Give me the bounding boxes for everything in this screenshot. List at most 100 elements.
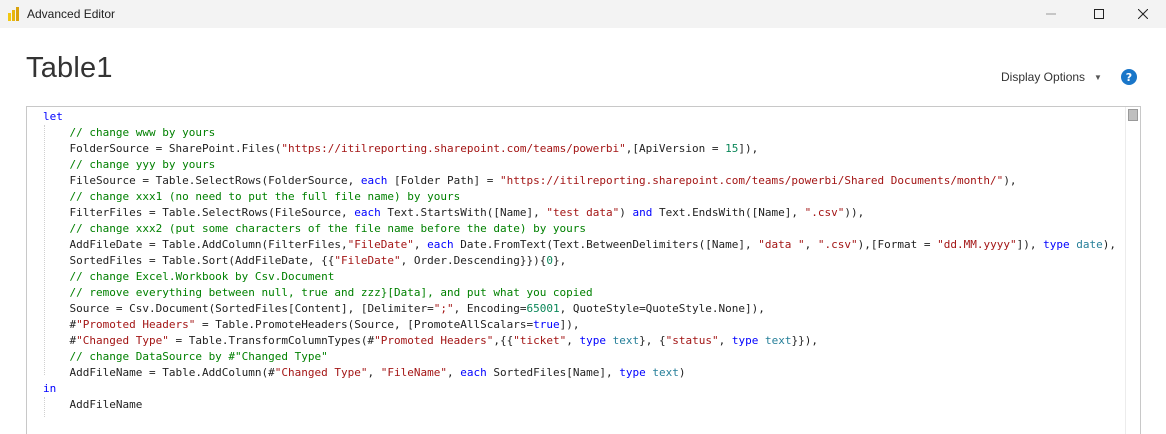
- code-token: ),: [1102, 238, 1116, 251]
- display-options-dropdown[interactable]: Display Options ▼: [1001, 70, 1102, 84]
- code-token: [Folder Path] =: [387, 174, 500, 187]
- code-token: , QuoteStyle=QuoteStyle.None]),: [559, 302, 765, 315]
- code-token: each: [360, 174, 388, 187]
- code-line: Source = Csv.Document(SortedFiles[Conten…: [43, 301, 1116, 317]
- code-line: #"Promoted Headers" = Table.PromoteHeade…: [43, 317, 1116, 333]
- code-token: ]),: [1016, 238, 1044, 251]
- code-token: in: [43, 382, 57, 395]
- window-title: Advanced Editor: [27, 7, 116, 21]
- code-token: FolderSource = SharePoint.Files(: [43, 142, 282, 155]
- code-token: = Table.TransformColumnTypes(#: [168, 334, 375, 347]
- close-button[interactable]: [1120, 0, 1166, 28]
- code-token: ,: [447, 366, 461, 379]
- code-token: and: [632, 206, 653, 219]
- code-token: , Order.Descending}}){: [400, 254, 547, 267]
- code-line: AddFileName: [43, 397, 1116, 413]
- code-token: AddFileName: [43, 398, 143, 411]
- code-token: ),: [1003, 174, 1017, 187]
- code-token: "FileDate": [334, 254, 401, 267]
- code-token: ".csv": [817, 238, 858, 251]
- code-token: 15: [725, 142, 739, 155]
- code-token: text: [612, 334, 640, 347]
- power-bi-app-icon: [8, 7, 19, 21]
- code-line: // change yyy by yours: [43, 157, 1116, 173]
- close-icon: [1138, 9, 1148, 19]
- code-token: "data ": [758, 238, 805, 251]
- window-titlebar: Advanced Editor: [0, 0, 1166, 28]
- code-token: // change xxx2 (put some characters of t…: [43, 222, 587, 235]
- code-token: "https://itilreporting.sharepoint.com/te…: [281, 142, 626, 155]
- code-text[interactable]: let // change www by yours FolderSource …: [43, 109, 1116, 413]
- code-token: type: [619, 366, 646, 379]
- code-token: // remove everything between null, true …: [43, 286, 593, 299]
- code-token: each: [427, 238, 454, 251]
- code-token: Date.FromText(Text.BetweenDelimiters([Na…: [453, 238, 759, 251]
- code-token: each: [460, 366, 487, 379]
- code-token: type: [579, 334, 606, 347]
- code-token: )),: [844, 206, 865, 219]
- code-line: // change xxx2 (put some characters of t…: [43, 221, 1116, 237]
- code-token: "Promoted Headers": [374, 334, 494, 347]
- code-token: type: [1043, 238, 1070, 251]
- code-token: "ticket": [513, 334, 567, 347]
- code-token: FileSource = Table.SelectRows(FolderSour…: [43, 174, 361, 187]
- code-token: "status": [665, 334, 719, 347]
- code-token: date: [1076, 238, 1103, 251]
- code-line: FolderSource = SharePoint.Files("https:/…: [43, 141, 1116, 157]
- code-token: // change yyy by yours: [43, 158, 216, 171]
- code-line: // change DataSource by #"Changed Type": [43, 349, 1116, 365]
- chevron-down-icon: ▼: [1094, 72, 1102, 82]
- code-token: ): [619, 206, 633, 219]
- code-token: AddFileDate = Table.AddColumn(FilterFile…: [43, 238, 348, 251]
- code-token: // change www by yours: [43, 126, 216, 139]
- code-token: }, {: [639, 334, 666, 347]
- code-token: ,{{: [493, 334, 514, 347]
- minimize-icon: [1046, 13, 1056, 15]
- help-button[interactable]: ?: [1121, 69, 1137, 85]
- code-token: AddFileName = Table.AddColumn(#: [43, 366, 275, 379]
- code-token: "FileDate": [347, 238, 414, 251]
- display-options-label: Display Options: [1001, 70, 1086, 84]
- code-editor[interactable]: let // change www by yours FolderSource …: [26, 106, 1141, 434]
- vertical-scrollbar[interactable]: [1125, 107, 1140, 434]
- code-token: // change DataSource by #"Changed Type": [43, 350, 328, 363]
- code-token: },: [552, 254, 567, 267]
- code-token: 0: [546, 254, 553, 267]
- code-token: ";": [433, 302, 454, 315]
- code-line: FileSource = Table.SelectRows(FolderSour…: [43, 173, 1116, 189]
- minimize-button[interactable]: [1028, 0, 1074, 28]
- help-icon: ?: [1125, 70, 1133, 84]
- code-token: FilterFiles = Table.SelectRows(FileSourc…: [43, 206, 355, 219]
- code-token: "test data": [546, 206, 620, 219]
- code-token: "FileName": [380, 366, 447, 379]
- code-token: text: [652, 366, 679, 379]
- code-token: ,: [566, 334, 580, 347]
- code-token: // change xxx1 (no need to put the full …: [43, 190, 461, 203]
- code-line: SortedFiles = Table.Sort(AddFileDate, {{…: [43, 253, 1116, 269]
- code-line: let: [43, 109, 1116, 125]
- code-token: ,: [413, 238, 428, 251]
- maximize-icon: [1094, 9, 1104, 19]
- code-line: // change www by yours: [43, 125, 1116, 141]
- code-line: // remove everything between null, true …: [43, 285, 1116, 301]
- code-token: ,[ApiVersion =: [625, 142, 726, 155]
- code-token: ,: [718, 334, 732, 347]
- code-token: SortedFiles = Table.Sort(AddFileDate, {{: [43, 254, 335, 267]
- code-token: ".csv": [804, 206, 845, 219]
- query-name-title: Table1: [26, 52, 113, 84]
- code-token: "Changed Type": [274, 366, 368, 379]
- scrollbar-thumb[interactable]: [1128, 109, 1138, 121]
- code-token: ),[Format =: [857, 238, 938, 251]
- code-token: 65001: [526, 302, 560, 315]
- code-token: }}),: [791, 334, 818, 347]
- code-line: // change Excel.Workbook by Csv.Document: [43, 269, 1116, 285]
- code-token: "Promoted Headers": [76, 318, 196, 331]
- code-token: SortedFiles[Name],: [486, 366, 620, 379]
- code-token: ]),: [559, 318, 580, 331]
- code-token: ,: [367, 366, 381, 379]
- code-token: Text.StartsWith([Name],: [380, 206, 547, 219]
- maximize-button[interactable]: [1076, 0, 1122, 28]
- code-token: , Encoding=: [453, 302, 527, 315]
